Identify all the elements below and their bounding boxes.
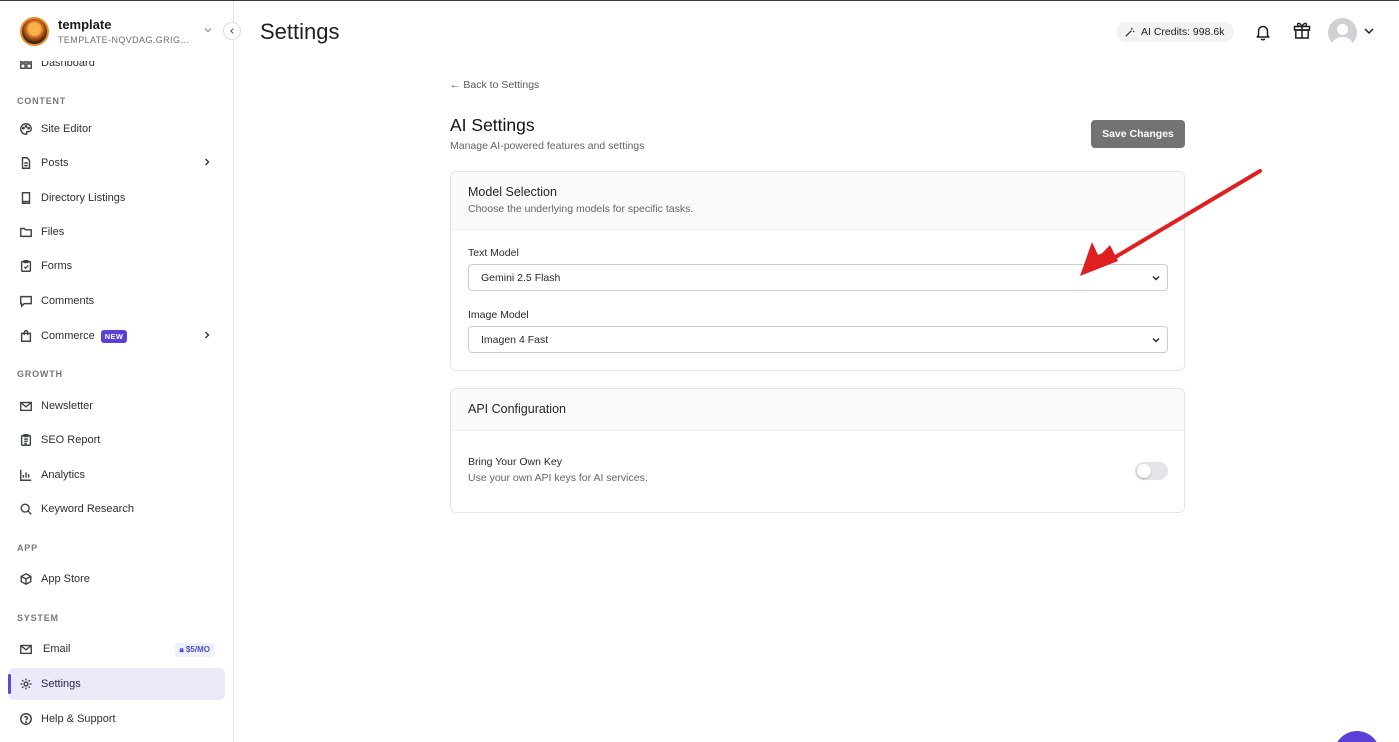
sidebar-item-label: Site Editor (41, 123, 92, 135)
api-configuration-card: API Configuration Bring Your Own Key Use… (450, 388, 1185, 513)
sidebar-item-label: Help & Support (41, 713, 116, 725)
sidebar-item-comments[interactable]: Comments (8, 285, 225, 317)
sidebar-item-label: Settings (41, 678, 81, 690)
price-badge: 🔒︎ $5/MO (174, 643, 215, 657)
sidebar-item-forms[interactable]: Forms (8, 250, 225, 282)
sidebar-item-label: Directory Listings (41, 192, 126, 204)
mail-icon (19, 399, 33, 413)
price-badge-text: $5/MO (185, 645, 210, 654)
text-model-label: Text Model (468, 247, 519, 259)
mail-icon (19, 642, 33, 656)
chat-launcher-button[interactable] (1334, 731, 1380, 742)
avatar[interactable] (1328, 18, 1357, 47)
chevron-down-icon (204, 28, 212, 33)
sidebar-item-app-store[interactable]: App Store (8, 563, 225, 595)
clipboard-list-icon (19, 433, 33, 447)
sidebar-item-label: Comments (41, 295, 95, 307)
search-icon (19, 502, 33, 516)
ai-credits-text: AI Credits: 998.6k (1141, 26, 1225, 38)
ai-credits-badge[interactable]: AI Credits: 998.6k (1116, 22, 1235, 42)
section-subtitle: Manage AI-powered features and settings (450, 140, 645, 152)
workspace-name: template (58, 17, 112, 32)
bar-chart-icon (19, 468, 33, 482)
bell-icon[interactable] (1254, 23, 1272, 41)
clipboard-check-icon (19, 259, 33, 273)
sidebar: Dashboard template TEMPLATE-NQVDAG.GRIGO… (0, 1, 234, 742)
text-model-value: Gemini 2.5 Flash (481, 271, 561, 284)
section-label-system: SYSTEM (17, 613, 59, 623)
book-icon (19, 191, 33, 205)
card-header: API Configuration (451, 389, 1184, 431)
image-model-value: Imagen 4 Fast (481, 333, 549, 346)
section-label-growth: GROWTH (17, 369, 63, 379)
sidebar-item-files[interactable]: Files (8, 216, 225, 248)
cube-icon (19, 572, 33, 586)
sidebar-item-label: Keyword Research (41, 503, 134, 515)
chevron-left-icon (230, 28, 234, 34)
sidebar-item-site-editor[interactable]: Site Editor (8, 113, 225, 145)
image-model-select[interactable]: Imagen 4 Fast (468, 326, 1168, 353)
byok-toggle[interactable] (1135, 462, 1168, 480)
magic-wand-icon (1125, 27, 1135, 37)
sidebar-item-analytics[interactable]: Analytics (8, 459, 225, 491)
new-badge: NEW (100, 329, 128, 343)
sidebar-item-label: App Store (41, 573, 90, 585)
sidebar-item-newsletter[interactable]: Newsletter (8, 390, 225, 422)
text-model-select[interactable]: Gemini 2.5 Flash (468, 264, 1168, 291)
palette-icon (19, 122, 33, 136)
section-label-app: APP (17, 543, 38, 553)
sidebar-item-label: Email (43, 643, 71, 655)
sidebar-item-label: Forms (41, 260, 73, 272)
workspace-subtitle: TEMPLATE-NQVDAG.GRIGOR... (58, 35, 194, 45)
card-title: API Configuration (468, 402, 566, 416)
workspace-logo (20, 17, 49, 46)
image-model-label: Image Model (468, 309, 529, 321)
chevron-down-icon (1152, 338, 1160, 343)
chevron-right-icon (205, 331, 210, 339)
chevron-down-icon[interactable] (1363, 25, 1375, 37)
sidebar-item-label: Commerce (41, 330, 95, 342)
sidebar-item-settings[interactable]: Settings (8, 668, 225, 700)
byok-label: Bring Your Own Key (468, 456, 562, 468)
section-label-content: CONTENT (17, 96, 67, 106)
help-circle-icon (19, 712, 33, 726)
sidebar-item-directory-listings[interactable]: Directory Listings (8, 182, 225, 214)
sidebar-item-seo-report[interactable]: SEO Report (8, 424, 225, 456)
page-title: Settings (260, 19, 340, 44)
collapse-sidebar-button[interactable] (223, 22, 241, 40)
sidebar-item-label: Newsletter (41, 400, 93, 412)
sidebar-item-help-support[interactable]: Help & Support (8, 703, 225, 735)
save-changes-button[interactable]: Save Changes (1091, 120, 1185, 148)
sidebar-item-posts[interactable]: Posts (8, 147, 225, 179)
sidebar-item-commerce[interactable]: Commerce NEW (8, 320, 225, 352)
gift-icon[interactable] (1292, 20, 1312, 40)
comment-icon (19, 294, 33, 308)
gear-icon (19, 677, 33, 691)
sidebar-item-email[interactable]: Email 🔒︎ $5/MO (8, 633, 225, 665)
sidebar-item-label: Analytics (41, 469, 86, 481)
chevron-right-icon (205, 158, 210, 166)
sidebar-item-label: Files (41, 226, 65, 238)
sidebar-item-label: SEO Report (41, 434, 101, 446)
byok-description: Use your own API keys for AI services. (468, 472, 648, 484)
folder-icon (19, 225, 33, 239)
sidebar-item-label: Posts (41, 157, 69, 169)
back-to-settings-link[interactable]: ← Back to Settings (450, 79, 539, 91)
document-icon (19, 156, 33, 170)
annotation-arrow (1080, 169, 1262, 276)
workspace-switcher[interactable]: template TEMPLATE-NQVDAG.GRIGOR... (0, 1, 233, 61)
sidebar-item-keyword-research[interactable]: Keyword Research (8, 493, 225, 525)
shopping-bag-icon (19, 329, 33, 343)
section-title: AI Settings (450, 115, 535, 135)
